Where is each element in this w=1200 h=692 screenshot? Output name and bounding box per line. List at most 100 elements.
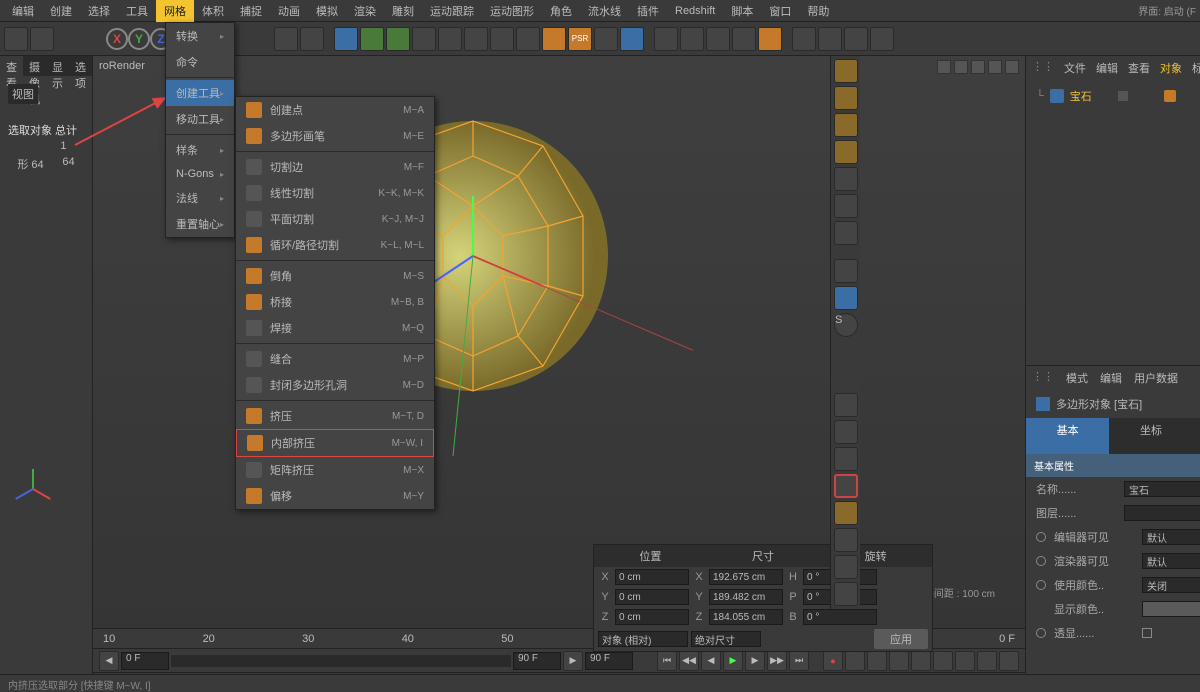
tool-icon[interactable] <box>818 27 842 51</box>
submenu-item[interactable]: 桥接M~B, B <box>236 289 434 315</box>
pos-x[interactable] <box>615 569 689 585</box>
tool-icon[interactable] <box>274 27 298 51</box>
prop-usecolor[interactable]: 关闭 <box>1142 577 1200 593</box>
submenu-item[interactable]: 偏移M~Y <box>236 483 434 509</box>
submenu-item[interactable]: 缝合M~P <box>236 346 434 372</box>
omtab-tags[interactable]: 标签 <box>1192 60 1200 76</box>
radio-icon[interactable] <box>1036 628 1046 638</box>
mi-reset-axis[interactable]: 重置轴心▸ <box>166 211 234 237</box>
apply-button[interactable]: 应用 <box>874 629 928 649</box>
frame-current[interactable]: 90 F <box>513 652 561 670</box>
tree-item-gem[interactable]: └ 宝石 <box>1036 86 1200 106</box>
tool-icon[interactable] <box>870 27 894 51</box>
radio-icon[interactable] <box>1036 532 1046 542</box>
layout-label[interactable]: 界面: 启动 (F <box>1138 3 1196 18</box>
xyz-axis-toggle[interactable]: XYZ <box>106 28 172 50</box>
tool-icon[interactable] <box>594 27 618 51</box>
menu-script[interactable]: 脚本 <box>723 0 761 22</box>
key-icon[interactable] <box>999 651 1019 671</box>
tool-icon[interactable] <box>300 27 324 51</box>
menu-mograph[interactable]: 运动图形 <box>482 0 542 22</box>
submenu-item[interactable]: 封闭多边形孔洞M~D <box>236 372 434 398</box>
mode-icon[interactable] <box>834 501 858 525</box>
phong-tag-icon[interactable] <box>1164 90 1176 102</box>
submenu-item[interactable]: 切割边M~F <box>236 154 434 180</box>
tool-icon[interactable] <box>438 27 462 51</box>
tool-icon[interactable] <box>412 27 436 51</box>
tool-icon[interactable] <box>464 27 488 51</box>
mode-icon[interactable] <box>834 286 858 310</box>
submenu-item[interactable]: 线性切割K~K, M~K <box>236 180 434 206</box>
tool-undo-icon[interactable] <box>4 27 28 51</box>
tool-icon[interactable] <box>542 27 566 51</box>
vis-toggle-icon[interactable] <box>1118 91 1128 101</box>
pos-y[interactable] <box>615 589 689 605</box>
vp-icon[interactable] <box>1005 60 1019 74</box>
pos-z[interactable] <box>615 609 689 625</box>
tab-camera[interactable]: 摄像机 <box>23 56 46 76</box>
rec-key[interactable]: ● <box>823 651 843 671</box>
menu-create[interactable]: 创建 <box>42 0 80 22</box>
submenu-item[interactable]: 多边形画笔M~E <box>236 123 434 149</box>
play-back[interactable]: ◀◀ <box>679 651 699 671</box>
menu-sculpt[interactable]: 雕刻 <box>384 0 422 22</box>
attrtab-phong[interactable]: 平滑着色(Phong) <box>1193 418 1200 454</box>
coord-mode[interactable]: 对象 (相对) <box>598 631 688 647</box>
amtab-userdata[interactable]: 用户数据 <box>1134 370 1178 386</box>
mode-icon[interactable] <box>834 140 858 164</box>
amtab-edit[interactable]: 编辑 <box>1100 370 1122 386</box>
tool-icon[interactable] <box>706 27 730 51</box>
tool-icon[interactable] <box>732 27 756 51</box>
mi-ngons[interactable]: N-Gons▸ <box>166 163 234 185</box>
mode-icon[interactable] <box>834 420 858 444</box>
key-icon[interactable] <box>933 651 953 671</box>
menu-track[interactable]: 运动跟踪 <box>422 0 482 22</box>
mode-icon[interactable] <box>834 555 858 579</box>
tab-options[interactable]: 选项 <box>69 56 92 76</box>
submenu-item[interactable]: 挤压M~T, D <box>236 403 434 429</box>
menu-edit[interactable]: 编辑 <box>4 0 42 22</box>
omtab-view[interactable]: 查看 <box>1128 60 1150 76</box>
checkbox-xray[interactable] <box>1142 628 1152 638</box>
tool-icon[interactable] <box>654 27 678 51</box>
tool-redo-icon[interactable] <box>30 27 54 51</box>
timeline-prev[interactable]: ◀ <box>99 651 119 671</box>
attrtab-coord[interactable]: 坐标 <box>1109 418 1192 454</box>
menu-plugin[interactable]: 插件 <box>629 0 667 22</box>
size-y[interactable] <box>709 589 783 605</box>
submenu-item[interactable]: 平面切割K~J, M~J <box>236 206 434 232</box>
mode-icon[interactable] <box>834 259 858 283</box>
mode-icon[interactable] <box>834 113 858 137</box>
menu-redshift[interactable]: Redshift <box>667 2 723 20</box>
tool-icon[interactable] <box>844 27 868 51</box>
prop-editorvis[interactable]: 默认 <box>1142 529 1200 545</box>
mi-spline[interactable]: 样条▸ <box>166 137 234 163</box>
menu-render[interactable]: 渲染 <box>346 0 384 22</box>
key-icon[interactable] <box>911 651 931 671</box>
tool-icon[interactable] <box>680 27 704 51</box>
play-fwd[interactable]: ▶▶ <box>767 651 787 671</box>
tool-psr-icon[interactable]: PSR <box>568 27 592 51</box>
submenu-item[interactable]: 内部挤压M~W, I <box>236 429 434 457</box>
rot-b[interactable] <box>803 609 877 625</box>
key-icon[interactable] <box>977 651 997 671</box>
menu-anim[interactable]: 动画 <box>270 0 308 22</box>
mode-icon[interactable] <box>834 221 858 245</box>
mode-icon[interactable] <box>834 167 858 191</box>
radio-icon[interactable] <box>1036 556 1046 566</box>
menu-pipe[interactable]: 流水线 <box>580 0 629 22</box>
tool-icon[interactable] <box>792 27 816 51</box>
frame-end[interactable]: 90 F <box>585 652 633 670</box>
coord-abs[interactable]: 绝对尺寸 <box>691 631 761 647</box>
autokey[interactable] <box>845 651 865 671</box>
vp-icon[interactable] <box>988 60 1002 74</box>
mode-icon[interactable] <box>834 474 858 498</box>
submenu-item[interactable]: 倒角M~S <box>236 263 434 289</box>
menu-window[interactable]: 窗口 <box>761 0 799 22</box>
prop-rendervis[interactable]: 默认 <box>1142 553 1200 569</box>
omtab-file[interactable]: 文件 <box>1064 60 1086 76</box>
prop-dispcolor[interactable] <box>1142 601 1200 617</box>
vp-icon[interactable] <box>937 60 951 74</box>
timeline-next[interactable]: ▶ <box>563 651 583 671</box>
play-end[interactable]: ⏭ <box>789 651 809 671</box>
